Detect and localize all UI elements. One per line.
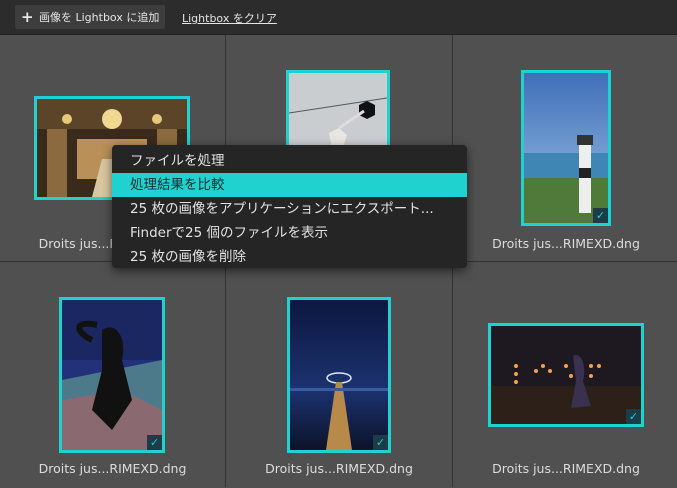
menu-item-delete-images[interactable]: 25 枚の画像を削除 — [112, 245, 467, 269]
clear-lightbox-link[interactable]: Lightbox をクリア — [182, 10, 277, 26]
checkmark-icon: ✓ — [593, 208, 608, 223]
thumbnail-caption: Droits jus...RIMEXD.dng — [38, 461, 187, 476]
thumbnail-caption: Droits jus...RIMEXD.dng — [492, 236, 640, 251]
add-to-lightbox-label: 画像を Lightbox に追加 — [39, 11, 160, 24]
thumbnail[interactable]: ✓ — [521, 70, 611, 226]
thumbnail[interactable]: ✓ — [488, 323, 644, 427]
thumbnail-image — [491, 326, 641, 424]
thumbnail[interactable]: ✓ — [287, 297, 391, 453]
thumbnail-image — [290, 300, 388, 450]
checkmark-icon: ✓ — [373, 435, 388, 450]
checkmark-icon: ✓ — [147, 435, 162, 450]
grid-cell[interactable]: ✓ Droits jus...RIMEXD.dng — [453, 35, 677, 261]
thumbnail-image — [524, 73, 608, 223]
grid-cell[interactable]: ✓ Droits jus...RIMEXD.dng — [0, 262, 225, 488]
menu-item-compare-results[interactable]: 処理結果を比較 — [112, 173, 467, 197]
menu-item-show-in-finder[interactable]: Finderで25 個のファイルを表示 — [112, 221, 467, 245]
grid-cell[interactable]: ✓ Droits jus...RIMEXD.dng — [453, 262, 677, 488]
checkmark-icon: ✓ — [626, 409, 641, 424]
thumbnail-image — [62, 300, 162, 450]
plus-icon: + — [21, 8, 34, 26]
thumbnail[interactable]: ✓ — [59, 297, 165, 453]
thumbnail-caption: Droits jus...RIMEXD.dng — [492, 461, 640, 476]
menu-item-process-files[interactable]: ファイルを処理 — [112, 149, 467, 173]
toolbar: + 画像を Lightbox に追加 Lightbox をクリア — [0, 0, 677, 35]
context-menu: ファイルを処理 処理結果を比較 25 枚の画像をアプリケーションにエクスポート.… — [112, 145, 467, 268]
add-to-lightbox-button[interactable]: + 画像を Lightbox に追加 — [15, 5, 165, 29]
menu-item-export-to-application[interactable]: 25 枚の画像をアプリケーションにエクスポート... — [112, 197, 467, 221]
grid-cell[interactable]: ✓ Droits jus...RIMEXD.dng — [226, 262, 452, 488]
thumbnail-caption: Droits jus...RIMEXD.dng — [265, 461, 413, 476]
